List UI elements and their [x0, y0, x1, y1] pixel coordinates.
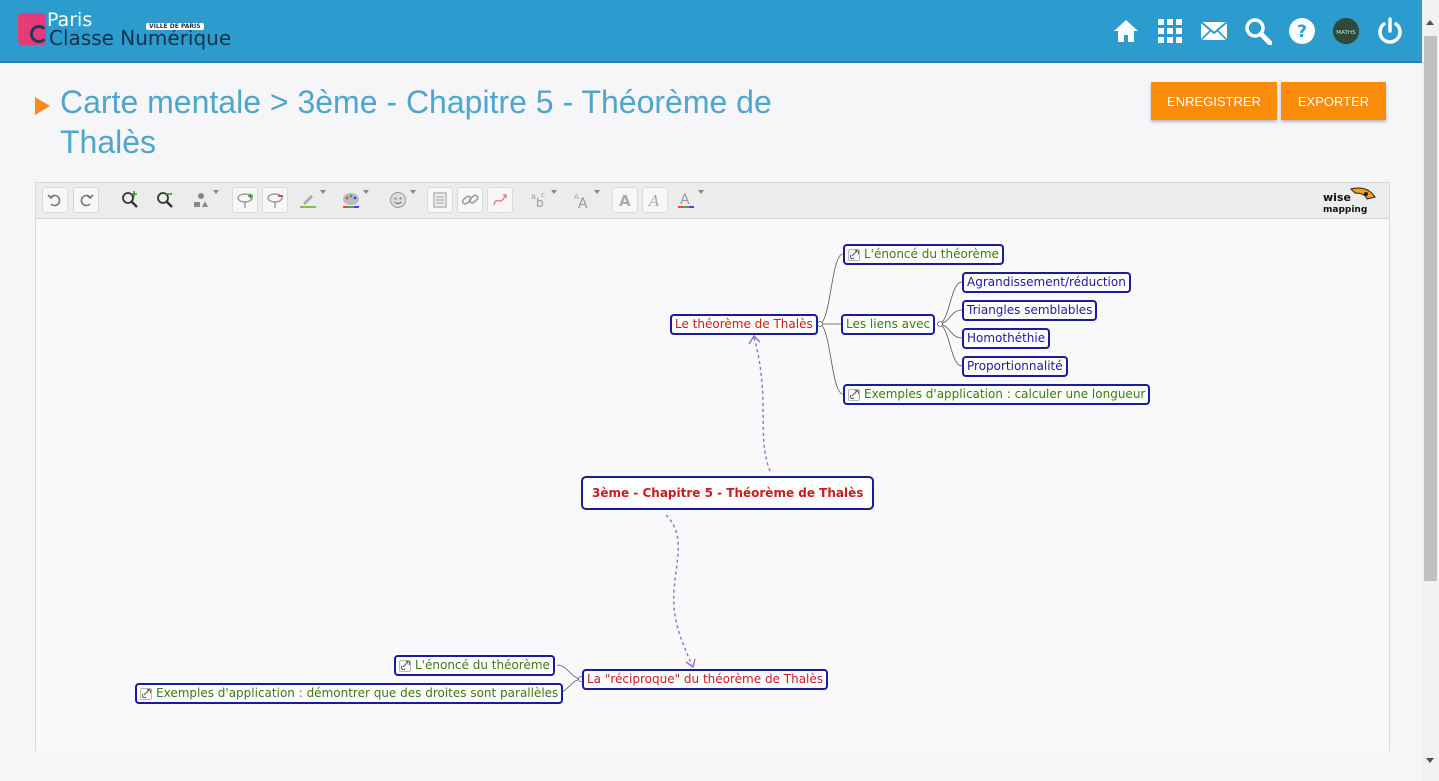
- svg-text:A: A: [680, 192, 690, 208]
- central-topic-label: 3ème - Chapitre 5 - Théorème de Thalès: [592, 485, 864, 500]
- topic-exemples-1[interactable]: Exemples d'application : calculer une lo…: [843, 384, 1151, 405]
- mindmap-editor: abc AA A A A wise mapping 3ème - Chapitr…: [35, 182, 1390, 751]
- zoom-out-icon[interactable]: [152, 187, 178, 213]
- help-icon[interactable]: ?: [1287, 16, 1317, 46]
- ville-de-paris-text: VILLE DE PARIS: [146, 23, 204, 30]
- link-icon[interactable]: [140, 687, 152, 700]
- link-icon[interactable]: [399, 659, 411, 672]
- link-icon[interactable]: [848, 388, 860, 401]
- bold-icon[interactable]: A: [612, 187, 638, 213]
- svg-text:A: A: [647, 192, 660, 209]
- zoom-in-icon[interactable]: [117, 187, 143, 213]
- topic-homothethie[interactable]: Homothéthie: [962, 328, 1051, 349]
- logo-c-mark: [30, 25, 48, 43]
- background-color-icon[interactable]: [338, 187, 369, 213]
- relationship-icon[interactable]: [487, 187, 513, 213]
- topic-label: L'énoncé du théorème: [415, 658, 550, 672]
- topic-triangles-semblables[interactable]: Triangles semblables: [962, 300, 1098, 321]
- topic-label: Le théorème de Thalès: [675, 317, 813, 331]
- power-icon[interactable]: [1375, 16, 1405, 46]
- topic-reciproque[interactable]: La "réciproque" du théorème de Thalès: [582, 669, 829, 690]
- svg-text:wise: wise: [1323, 191, 1351, 204]
- ville-de-paris-badge: VILLE DE PARIS: [146, 13, 222, 30]
- editor-toolbar: abc AA A A A wise mapping: [36, 183, 1389, 219]
- wisemapping-logo: wise mapping: [1321, 187, 1377, 215]
- delete-topic-icon[interactable]: [262, 187, 288, 213]
- header-icons: ? MATHS: [1111, 16, 1405, 46]
- italic-icon[interactable]: A: [642, 187, 668, 213]
- scrollbar-thumb[interactable]: [1424, 36, 1437, 581]
- border-color-icon[interactable]: [295, 187, 326, 213]
- mail-icon[interactable]: [1199, 16, 1229, 46]
- logo-classe-text: Classe Numérique: [49, 26, 232, 50]
- topic-proportionnalite[interactable]: Proportionnalité: [962, 356, 1068, 377]
- redo-icon[interactable]: [73, 187, 99, 213]
- avatar[interactable]: MATHS: [1331, 16, 1361, 46]
- undo-icon[interactable]: [42, 187, 68, 213]
- central-topic[interactable]: 3ème - Chapitre 5 - Théorème de Thalès: [581, 476, 875, 510]
- apps-grid-icon[interactable]: [1155, 16, 1185, 46]
- topic-label: Triangles semblables: [967, 303, 1093, 317]
- save-button[interactable]: ENREGISTRER: [1151, 82, 1277, 120]
- topic-label: Homothéthie: [967, 331, 1046, 345]
- svg-text:mapping: mapping: [1323, 205, 1367, 215]
- home-icon[interactable]: [1111, 16, 1141, 46]
- svg-text:?: ?: [1297, 22, 1307, 42]
- topic-liens-avec[interactable]: Les liens avec: [841, 314, 936, 335]
- topic-label: L'énoncé du théorème: [864, 247, 999, 261]
- font-color-icon[interactable]: A: [673, 187, 704, 213]
- title-arrow-icon: [35, 97, 50, 115]
- note-icon[interactable]: [427, 187, 453, 213]
- add-topic-icon[interactable]: [232, 187, 258, 213]
- topic-label: Exemples d'application : calculer une lo…: [864, 387, 1146, 401]
- scroll-down-arrow[interactable]: [1426, 758, 1434, 763]
- top-header: Paris Classe Numérique VILLE DE PARIS ? …: [0, 0, 1422, 63]
- topic-label: Les liens avec: [846, 317, 931, 331]
- smiley-icon[interactable]: [385, 187, 416, 213]
- search-icon[interactable]: [1243, 16, 1273, 46]
- paris-classe-numerique-logo[interactable]: Paris Classe Numérique VILLE DE PARIS: [18, 9, 278, 53]
- svg-text:A: A: [578, 196, 588, 209]
- topic-agrandissement[interactable]: Agrandissement/réduction: [962, 272, 1131, 293]
- topic-exemples-2[interactable]: Exemples d'application : démontrer que d…: [135, 683, 564, 704]
- topic-label: Proportionnalité: [967, 359, 1063, 373]
- export-button[interactable]: EXPORTER: [1281, 82, 1386, 120]
- font-family-icon[interactable]: AA: [569, 187, 600, 213]
- page-title: Carte mentale > 3ème - Chapitre 5 - Théo…: [60, 84, 772, 160]
- topic-enonce-1[interactable]: L'énoncé du théorème: [843, 244, 1004, 265]
- link-icon[interactable]: [457, 187, 483, 213]
- topic-enonce-2[interactable]: L'énoncé du théorème: [394, 655, 555, 676]
- topic-shape-icon[interactable]: [188, 187, 219, 213]
- page-scrollbar[interactable]: [1422, 0, 1439, 781]
- font-size-icon[interactable]: abc: [526, 187, 557, 213]
- svg-text:c: c: [541, 191, 545, 199]
- avatar-text: MATHS: [1336, 30, 1356, 36]
- scroll-up-arrow[interactable]: [1426, 20, 1434, 25]
- topic-label: Agrandissement/réduction: [967, 275, 1126, 289]
- mindmap-canvas[interactable]: 3ème - Chapitre 5 - Théorème de Thalès L…: [36, 220, 1389, 751]
- topic-label: La "réciproque" du théorème de Thalès: [587, 672, 824, 686]
- link-icon[interactable]: [848, 248, 860, 261]
- svg-text:A: A: [619, 192, 631, 209]
- topic-theoreme-thales[interactable]: Le théorème de Thalès: [670, 314, 818, 335]
- topic-label: Exemples d'application : démontrer que d…: [156, 686, 559, 700]
